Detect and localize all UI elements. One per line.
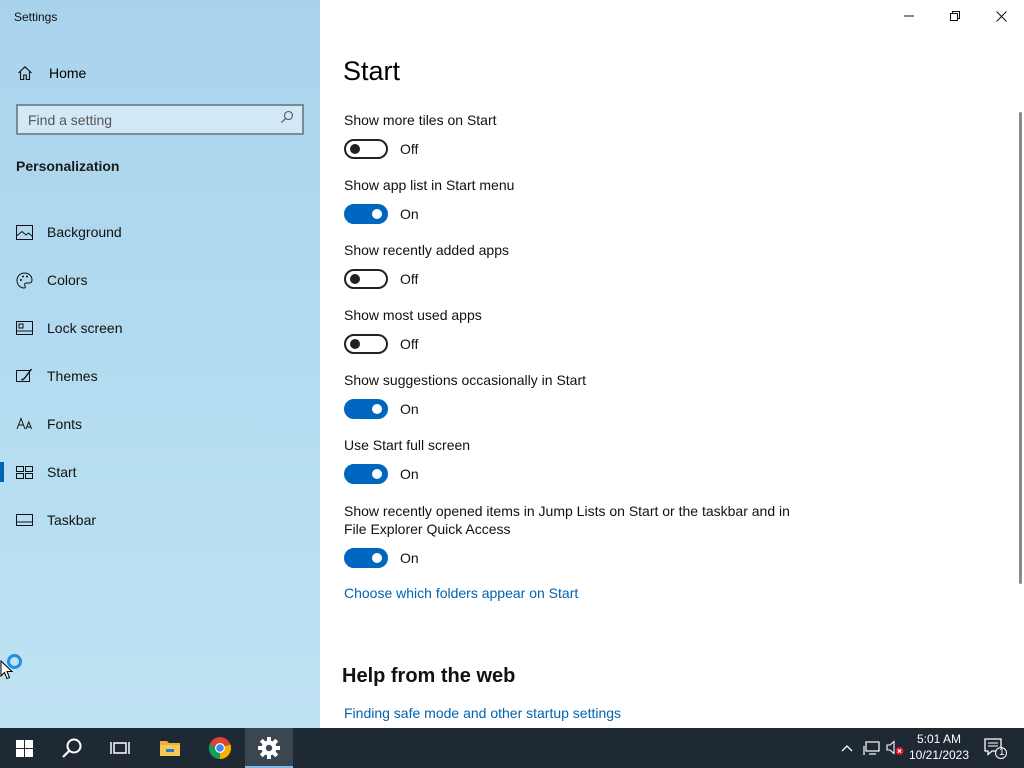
- palette-icon: [16, 271, 33, 289]
- sidebar-item-label: Fonts: [47, 416, 83, 432]
- home-label: Home: [49, 65, 87, 81]
- action-center-button[interactable]: 1: [978, 728, 1012, 768]
- toggle-switch[interactable]: [344, 334, 388, 354]
- toggle-switch[interactable]: [344, 399, 388, 419]
- search-icon: [62, 738, 82, 758]
- sidebar-item-taskbar[interactable]: Taskbar: [0, 496, 320, 544]
- sidebar-item-label: Taskbar: [47, 512, 97, 528]
- setting-suggestions: Show suggestions occasionally in Start O…: [344, 371, 586, 419]
- toggle-switch[interactable]: [344, 464, 388, 484]
- clock-time: 5:01 AM: [916, 732, 962, 746]
- minimize-icon: [904, 15, 914, 17]
- system-clock[interactable]: 5:01 AM 10/21/2023: [904, 731, 974, 763]
- toggle-state: On: [400, 206, 419, 222]
- lock-screen-icon: [16, 320, 33, 337]
- network-icon: [862, 740, 880, 755]
- picture-icon: [16, 224, 33, 241]
- volume-button[interactable]: [884, 728, 906, 768]
- toggle-switch[interactable]: [344, 204, 388, 224]
- toggle-state: On: [400, 401, 419, 417]
- sidebar: Settings Home Personalization Background…: [0, 0, 320, 728]
- toggle-state: Off: [400, 336, 419, 352]
- close-button[interactable]: [978, 0, 1024, 32]
- toggle-state: On: [400, 466, 419, 482]
- task-view-button[interactable]: [96, 728, 144, 768]
- close-icon: [995, 10, 1007, 22]
- taskbar: 5:01 AM 10/21/2023 1: [0, 728, 1024, 768]
- chrome-icon: [208, 737, 232, 760]
- start-tiles-icon: [16, 464, 33, 481]
- sidebar-item-label: Themes: [47, 368, 98, 384]
- mouse-cursor-icon: [0, 659, 14, 685]
- taskbar-icon: [16, 512, 33, 529]
- clock-date: 10/21/2023: [908, 748, 970, 762]
- sidebar-item-lock-screen[interactable]: Lock screen: [0, 304, 320, 352]
- scrollbar[interactable]: [1019, 112, 1022, 584]
- sidebar-item-label: Colors: [47, 272, 88, 288]
- search-icon[interactable]: [280, 110, 294, 129]
- network-button[interactable]: [860, 728, 882, 768]
- volume-muted-icon: [886, 740, 904, 755]
- sidebar-item-background[interactable]: Background: [0, 208, 320, 256]
- notification-count: 1: [999, 747, 1005, 758]
- sidebar-item-themes[interactable]: Themes: [0, 352, 320, 400]
- toggle-state: Off: [400, 271, 419, 287]
- page-title: Start: [343, 56, 401, 86]
- setting-label: Use Start full screen: [344, 437, 471, 453]
- gear-icon: [258, 737, 280, 759]
- home-nav-item[interactable]: Home: [0, 56, 320, 90]
- setting-label: Show more tiles on Start: [344, 112, 497, 128]
- safe-mode-help-link[interactable]: Finding safe mode and other startup sett…: [344, 705, 621, 721]
- setting-recently-added: Show recently added apps Off: [344, 241, 509, 289]
- sidebar-item-label: Start: [47, 464, 77, 480]
- sidebar-item-start[interactable]: Start: [0, 448, 320, 496]
- setting-label: Show suggestions occasionally in Start: [344, 372, 587, 388]
- setting-label: Show recently added apps: [344, 242, 509, 258]
- sidebar-item-label: Background: [47, 224, 122, 240]
- restore-button[interactable]: [932, 0, 978, 32]
- setting-more-tiles: Show more tiles on Start Off: [344, 111, 497, 159]
- toggle-switch[interactable]: [344, 269, 388, 289]
- setting-label-line1: Show recently opened items in Jump Lists…: [344, 503, 790, 519]
- windows-logo-icon: [15, 739, 33, 757]
- search-box[interactable]: [16, 104, 304, 135]
- setting-full-screen: Use Start full screen On: [344, 436, 470, 484]
- taskbar-search-button[interactable]: [48, 728, 96, 768]
- setting-app-list: Show app list in Start menu On: [344, 176, 514, 224]
- show-hidden-icons-button[interactable]: [838, 728, 856, 768]
- file-explorer-button[interactable]: [146, 728, 194, 768]
- chrome-button[interactable]: [196, 728, 244, 768]
- toggle-state: Off: [400, 141, 419, 157]
- toggle-state: On: [400, 550, 419, 566]
- font-icon: [16, 416, 33, 433]
- section-heading: Personalization: [16, 158, 120, 174]
- toggle-switch[interactable]: [344, 548, 388, 568]
- chevron-up-icon: [841, 745, 853, 752]
- task-view-icon: [110, 742, 130, 754]
- home-icon: [16, 65, 33, 82]
- nav-list: Background Colors Lock screen Themes Fon…: [0, 208, 320, 544]
- folder-icon: [160, 741, 180, 756]
- setting-most-used: Show most used apps Off: [344, 306, 482, 354]
- setting-label: Show app list in Start menu: [344, 177, 515, 193]
- help-heading: Help from the web: [342, 665, 516, 687]
- app-title: Settings: [14, 10, 58, 24]
- main-content: Start Show more tiles on Start Off Show …: [320, 0, 1024, 728]
- setting-label: Show most used apps: [344, 307, 482, 323]
- setting-label-line2: File Explorer Quick Access: [344, 521, 511, 537]
- settings-taskbar-button[interactable]: [245, 728, 293, 768]
- minimize-button[interactable]: [886, 0, 932, 32]
- brush-icon: [16, 368, 33, 385]
- restore-icon: [950, 11, 960, 21]
- sidebar-item-colors[interactable]: Colors: [0, 256, 320, 304]
- choose-folders-link[interactable]: Choose which folders appear on Start: [344, 585, 578, 601]
- search-input[interactable]: [28, 111, 268, 128]
- start-button[interactable]: [0, 728, 48, 768]
- sidebar-item-label: Lock screen: [47, 320, 123, 336]
- setting-jump-lists: Show recently opened items in Jump Lists…: [344, 502, 790, 568]
- toggle-switch[interactable]: [344, 139, 388, 159]
- sidebar-item-fonts[interactable]: Fonts: [0, 400, 320, 448]
